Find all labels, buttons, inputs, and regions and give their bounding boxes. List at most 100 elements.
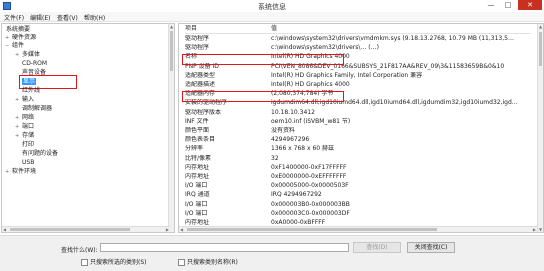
tree-ports[interactable]: + 端口 bbox=[15, 123, 34, 131]
close-find-button[interactable]: 关闭查找(C) bbox=[407, 242, 455, 253]
table-row[interactable]: INF 文件 oem10.inf (iSVBM_w81 节) bbox=[179, 118, 537, 126]
row-item: 颜色平面 bbox=[185, 127, 210, 134]
tree-components[interactable]: − 组件 bbox=[5, 42, 24, 50]
scroll-down-icon[interactable]: ▼ bbox=[539, 227, 542, 232]
table-row[interactable]: 适配器描述 Intel(R) HD Graphics 4000 bbox=[179, 81, 537, 89]
row-item: 比特/像素 bbox=[185, 154, 212, 162]
row-value: 0x000003C0-0x000003DF bbox=[271, 209, 350, 217]
row-item: INF 文件 bbox=[185, 117, 209, 125]
table-row[interactable]: IRQ 通道 IRQ 4294967292 bbox=[179, 191, 537, 199]
checkbox-icon[interactable] bbox=[81, 259, 88, 266]
row-item: IRQ 通道 bbox=[185, 191, 210, 199]
tree-multimedia[interactable]: + 多媒体 bbox=[15, 51, 40, 59]
highlight-box-name bbox=[182, 54, 344, 65]
minimize-button[interactable]: — bbox=[483, 0, 499, 10]
scroll-left-icon[interactable]: ◀ bbox=[180, 227, 183, 232]
table-row[interactable]: 颜色平面 没有资料 bbox=[179, 127, 537, 135]
expand-icon[interactable]: + bbox=[15, 123, 19, 131]
table-row[interactable]: 内存地址 0xE0000000-0xEFFFFFFF bbox=[179, 173, 537, 181]
row-item: 内存地址 bbox=[185, 163, 210, 171]
table-row[interactable]: 分辨率 1366 x 768 x 60 赫兹 bbox=[179, 145, 537, 153]
row-item: I/O 端口 bbox=[185, 200, 208, 208]
menu-file[interactable]: 文件(F) bbox=[4, 13, 24, 22]
table-row[interactable]: I/O 端口 0x000003C0-0x000003DF bbox=[179, 210, 537, 218]
tree-cdrom[interactable]: CD-ROM bbox=[22, 60, 47, 68]
menu-bar: 文件(F) 编辑(E) 查看(V) 帮助(H) bbox=[0, 12, 544, 22]
detail-scroll-thumb[interactable] bbox=[539, 32, 542, 66]
row-item: 颜色表条目 bbox=[185, 136, 216, 144]
detail-horizontal-scrollbar[interactable]: ◀ ▶ bbox=[179, 226, 537, 232]
table-row[interactable]: 适配器类型 Intel(R) HD Graphics Family, Intel … bbox=[179, 72, 537, 80]
table-row[interactable]: I/O 端口 0x000003B0-0x000003BB bbox=[179, 201, 537, 209]
menu-edit[interactable]: 编辑(E) bbox=[30, 13, 50, 22]
tree-software-env[interactable]: + 软件环境 bbox=[5, 168, 36, 176]
table-row[interactable]: 内存地址 0xF1400000-0xF17FFFFF bbox=[179, 164, 537, 172]
tree-printing[interactable]: 打印 bbox=[22, 141, 34, 149]
checkbox-icon[interactable] bbox=[178, 259, 185, 266]
row-item: 驱动程序 bbox=[185, 44, 210, 52]
title-bar: 系统信息 — □ ✕ bbox=[0, 0, 544, 12]
expand-icon[interactable]: + bbox=[5, 168, 9, 176]
detail-panel[interactable]: 项目 值 驱动程序 c:\windows\system32\drivers\vmd… bbox=[178, 23, 544, 233]
table-row[interactable]: 比特/像素 32 bbox=[179, 155, 537, 163]
checkbox-category-names[interactable]: 只搜索类别名称(R) bbox=[178, 257, 238, 266]
tree-usb[interactable]: USB bbox=[22, 159, 34, 167]
row-item: 适配器类型 bbox=[185, 71, 216, 79]
tree-problem-devices[interactable]: 有问题的设备 bbox=[22, 150, 58, 158]
tree-infrared[interactable]: 红外线 bbox=[22, 87, 40, 95]
scroll-up-icon[interactable]: ▲ bbox=[539, 24, 542, 29]
tree-hardware-resources[interactable]: + 硬件资源 bbox=[5, 34, 36, 42]
window-title: 系统信息 bbox=[258, 3, 286, 11]
row-value: 1366 x 768 x 60 赫兹 bbox=[271, 145, 334, 153]
close-button[interactable]: ✕ bbox=[518, 0, 542, 10]
row-value: 0x00005000-0x0000503F bbox=[271, 182, 349, 190]
row-value: 4294967296 bbox=[271, 136, 310, 144]
tree-storage[interactable]: + 存储 bbox=[15, 132, 34, 140]
tree-hscroll-thumb[interactable] bbox=[10, 228, 130, 231]
tree-system-summary[interactable]: 系统摘要 bbox=[6, 26, 30, 34]
detail-vertical-scrollbar[interactable]: ▲ ▼ bbox=[537, 24, 543, 232]
menu-view[interactable]: 查看(V) bbox=[57, 13, 78, 22]
maximize-button[interactable]: □ bbox=[500, 0, 516, 10]
row-value: 0xE0000000-0xEFFFFFFF bbox=[271, 173, 347, 180]
expand-icon[interactable]: + bbox=[15, 132, 19, 140]
row-value: c:\windows\system32\drivers\vmdmkm.sys (… bbox=[271, 35, 514, 42]
scroll-up-icon[interactable]: ▲ bbox=[170, 24, 173, 29]
category-tree[interactable]: 系统摘要 + 硬件资源 − 组件 + 多媒体 CD-ROM 声音设备 显示 红外线 +… bbox=[1, 23, 175, 233]
tree-vertical-scrollbar[interactable]: ▲ bbox=[168, 24, 174, 232]
row-item: I/O 端口 bbox=[185, 209, 208, 217]
row-value: 0xF1400000-0xF17FFFFF bbox=[271, 163, 347, 171]
expand-icon[interactable]: + bbox=[15, 51, 19, 59]
tree-horizontal-scrollbar[interactable]: ◀ ▶ bbox=[2, 226, 170, 232]
menu-help[interactable]: 帮助(H) bbox=[84, 13, 105, 22]
tree-scroll-thumb[interactable] bbox=[170, 31, 173, 71]
column-header-item[interactable]: 项目 bbox=[185, 24, 271, 34]
scroll-left-icon[interactable]: ◀ bbox=[3, 227, 6, 232]
checkbox-selected-category[interactable]: 只搜索所选的类别(S) bbox=[81, 257, 147, 266]
table-row[interactable]: 颜色表条目 4294967296 bbox=[179, 136, 537, 144]
table-row[interactable]: I/O 端口 0x00005000-0x0000503F bbox=[179, 182, 537, 190]
expand-icon[interactable]: + bbox=[15, 114, 19, 122]
find-button[interactable]: 查找(D) bbox=[353, 242, 401, 253]
table-row[interactable]: 驱动程序版本 10.18.10.3412 bbox=[179, 109, 537, 117]
row-item: 分辨率 bbox=[185, 145, 204, 153]
find-input[interactable] bbox=[100, 243, 349, 252]
row-item: 适配器描述 bbox=[185, 81, 216, 88]
column-header-value[interactable]: 值 bbox=[271, 24, 531, 34]
tree-modem[interactable]: 调制解调器 bbox=[22, 105, 52, 113]
find-bar: 查找什么(W): 查找(D) 关闭查找(C) 只搜索所选的类别(S) 只搜索类别… bbox=[0, 235, 544, 271]
tree-input[interactable]: + 输入 bbox=[15, 96, 34, 104]
table-row[interactable]: 驱动程序 c:\windows\system32\drivers\vmdmkm.s… bbox=[179, 35, 537, 43]
row-value: c:\windows\system32\drivers\… (…) bbox=[271, 44, 379, 52]
row-item: 驱动程序 bbox=[185, 35, 210, 42]
scroll-right-icon[interactable]: ▶ bbox=[533, 227, 536, 232]
table-row[interactable]: 驱动程序 c:\windows\system32\drivers\… (…) bbox=[179, 44, 537, 52]
detail-hscroll-thumb[interactable] bbox=[187, 228, 437, 231]
row-value: 0x000003B0-0x000003BB bbox=[271, 200, 350, 208]
expand-icon[interactable]: + bbox=[5, 34, 9, 42]
row-item: 内存地址 bbox=[185, 173, 210, 180]
tree-network[interactable]: + 网络 bbox=[15, 114, 34, 122]
scroll-right-icon[interactable]: ▶ bbox=[166, 227, 169, 232]
expand-icon[interactable]: + bbox=[15, 96, 19, 104]
collapse-icon[interactable]: − bbox=[5, 42, 9, 50]
